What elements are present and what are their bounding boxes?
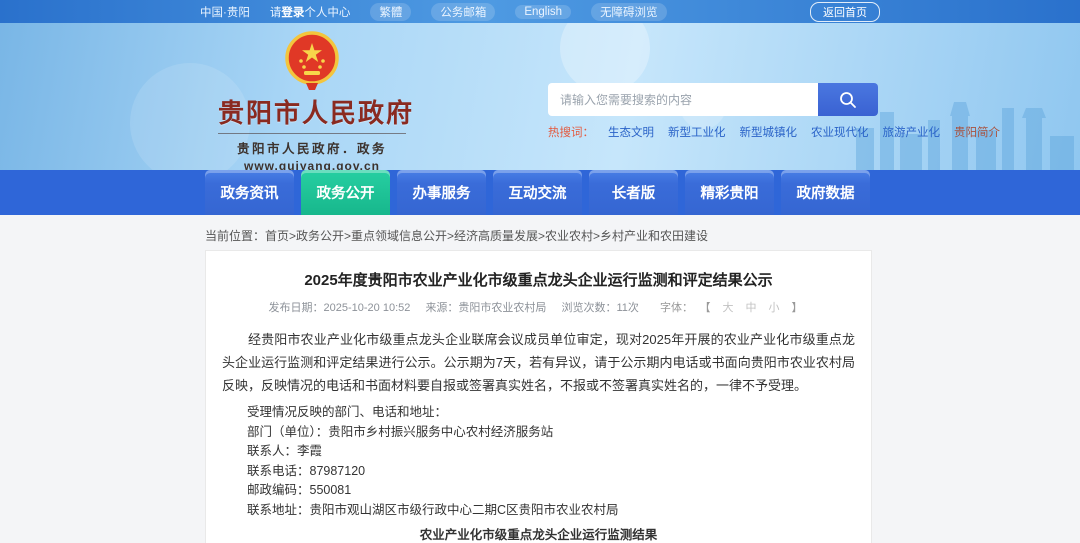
top-utility-bar: 中国·贵阳 请登录个人中心 繁體 公务邮箱 English 无障碍浏览 返回首页 [0, 0, 1080, 23]
tab-hudong-jiaoliu[interactable]: 互动交流 [493, 170, 582, 215]
search-row [548, 83, 878, 116]
site-banner: 贵阳市人民政府 贵阳市人民政府．政务 www.guiyang.gov.cn 热搜… [0, 23, 1080, 170]
region-link[interactable]: 中国·贵阳 [200, 4, 250, 20]
breadcrumb-label: 当前位置： [205, 229, 266, 243]
site-url: www.guiyang.gov.cn [243, 159, 380, 170]
login-post: 个人中心 [304, 6, 351, 19]
font-size-label: 字体： [659, 302, 693, 314]
site-logo-block[interactable]: 贵阳市人民政府 贵阳市人民政府．政务 www.guiyang.gov.cn [218, 31, 415, 170]
hot-search-label: 热搜词： [548, 127, 594, 139]
article-paragraph: 经贵阳市农业产业化市级重点龙头企业联席会议成员单位审定，现对2025年开展的农业… [222, 332, 855, 393]
article-source: 来源：贵阳市农业农村局 [425, 302, 547, 314]
search-button[interactable] [818, 83, 878, 116]
search-input[interactable] [548, 83, 818, 116]
tab-jingcai-guiyang[interactable]: 精彩贵阳 [685, 170, 774, 215]
hot-search-link[interactable]: 新型工业化 [668, 124, 726, 140]
font-size-medium[interactable]: 中 [745, 302, 756, 314]
main-navbar: 政务资讯 政务公开 办事服务 互动交流 长者版 精彩贵阳 政府数据 [0, 170, 1080, 215]
hot-search-row: 热搜词： 生态文明 新型工业化 新型城镇化 农业现代化 旅游产业化 贵阳简介 [548, 124, 1000, 140]
font-size-large[interactable]: 大 [722, 302, 733, 314]
hot-search-link[interactable]: 生态文明 [608, 124, 654, 140]
publish-date: 发布日期：2025-10-20 10:52 [268, 302, 411, 314]
hot-search-link[interactable]: 贵阳简介 [954, 124, 1000, 140]
contact-person: 联系人：李霞 [247, 444, 323, 458]
tab-zhengwu-gongkai[interactable]: 政务公开 [301, 170, 390, 215]
topbar-links: 中国·贵阳 请登录个人中心 繁體 公务邮箱 English 无障碍浏览 [200, 2, 667, 21]
page: 中国·贵阳 请登录个人中心 繁體 公务邮箱 English 无障碍浏览 返回首页 [0, 0, 1080, 543]
tab-zhengwu-zixun[interactable]: 政务资讯 [205, 170, 294, 215]
article-title: 2025年度贵阳市农业产业化市级重点龙头企业运行监测和评定结果公示 [304, 272, 773, 289]
login-bold: 登录 [281, 6, 305, 19]
hot-search-link[interactable]: 新型城镇化 [740, 124, 798, 140]
tab-zhangzheban[interactable]: 长者版 [589, 170, 678, 215]
search-block: 热搜词： 生态文明 新型工业化 新型城镇化 农业现代化 旅游产业化 贵阳简介 [548, 83, 1000, 140]
search-icon [840, 91, 856, 108]
view-count: 浏览次数：11次 [561, 302, 639, 314]
breadcrumb-path[interactable]: 首页>政务公开>重点领域信息公开>经济高质量发展>农业农村>乡村产业和农田建设 [265, 229, 708, 243]
site-title: 贵阳市人民政府 [218, 98, 415, 128]
nav-tabs: 政务资讯 政务公开 办事服务 互动交流 长者版 精彩贵阳 政府数据 [205, 170, 1080, 215]
return-home-button[interactable]: 返回首页 [810, 1, 880, 22]
contact-department: 部门（单位）：贵阳市乡村振兴服务中心农村经济服务站 [247, 424, 554, 439]
article-box: 2025年度贵阳市农业产业化市级重点龙头企业运行监测和评定结果公示 发布日期：2… [205, 250, 872, 543]
font-size-control: 字体： 【大中小】 [654, 302, 809, 314]
postal-code: 邮政编码：550081 [247, 483, 352, 497]
hot-search-link[interactable]: 旅游产业化 [883, 124, 941, 140]
traditional-chinese-link[interactable]: 繁體 [370, 2, 412, 21]
tab-banshi-fuwu[interactable]: 办事服务 [397, 170, 486, 215]
hot-search-link[interactable]: 农业现代化 [811, 124, 869, 140]
bracket: 【 [704, 302, 711, 314]
tab-zhengfu-shuju[interactable]: 政府数据 [781, 170, 870, 215]
contact-phone: 联系电话：87987120 [247, 463, 366, 478]
login-link[interactable]: 请登录个人中心 [270, 4, 351, 20]
english-link[interactable]: English [515, 4, 572, 19]
official-mail-link[interactable]: 公务邮箱 [431, 2, 496, 21]
national-emblem-icon [285, 31, 339, 90]
table-caption: 农业产业化市级重点龙头企业运行监测结果 [419, 528, 658, 542]
login-pre: 请 [269, 6, 282, 19]
site-subtitle: 贵阳市人民政府．政务 [218, 133, 406, 157]
article-paragraph: 受理情况反映的部门、电话和地址： [247, 405, 448, 419]
article-meta: 发布日期：2025-10-20 10:52 来源：贵阳市农业农村局 浏览次数：1… [222, 299, 855, 315]
breadcrumb: 当前位置：首页>政务公开>重点领域信息公开>经济高质量发展>农业农村>乡村产业和… [205, 227, 708, 244]
contact-address: 联系地址：贵阳市观山湖区市级行政中心二期C区贵阳市农业农村局 [247, 502, 619, 517]
content-area: 当前位置：首页>政务公开>重点领域信息公开>经济高质量发展>农业农村>乡村产业和… [0, 215, 1080, 543]
bracket: 】 [791, 302, 803, 314]
accessibility-link[interactable]: 无障碍浏览 [591, 2, 667, 21]
font-size-small[interactable]: 小 [768, 302, 779, 314]
